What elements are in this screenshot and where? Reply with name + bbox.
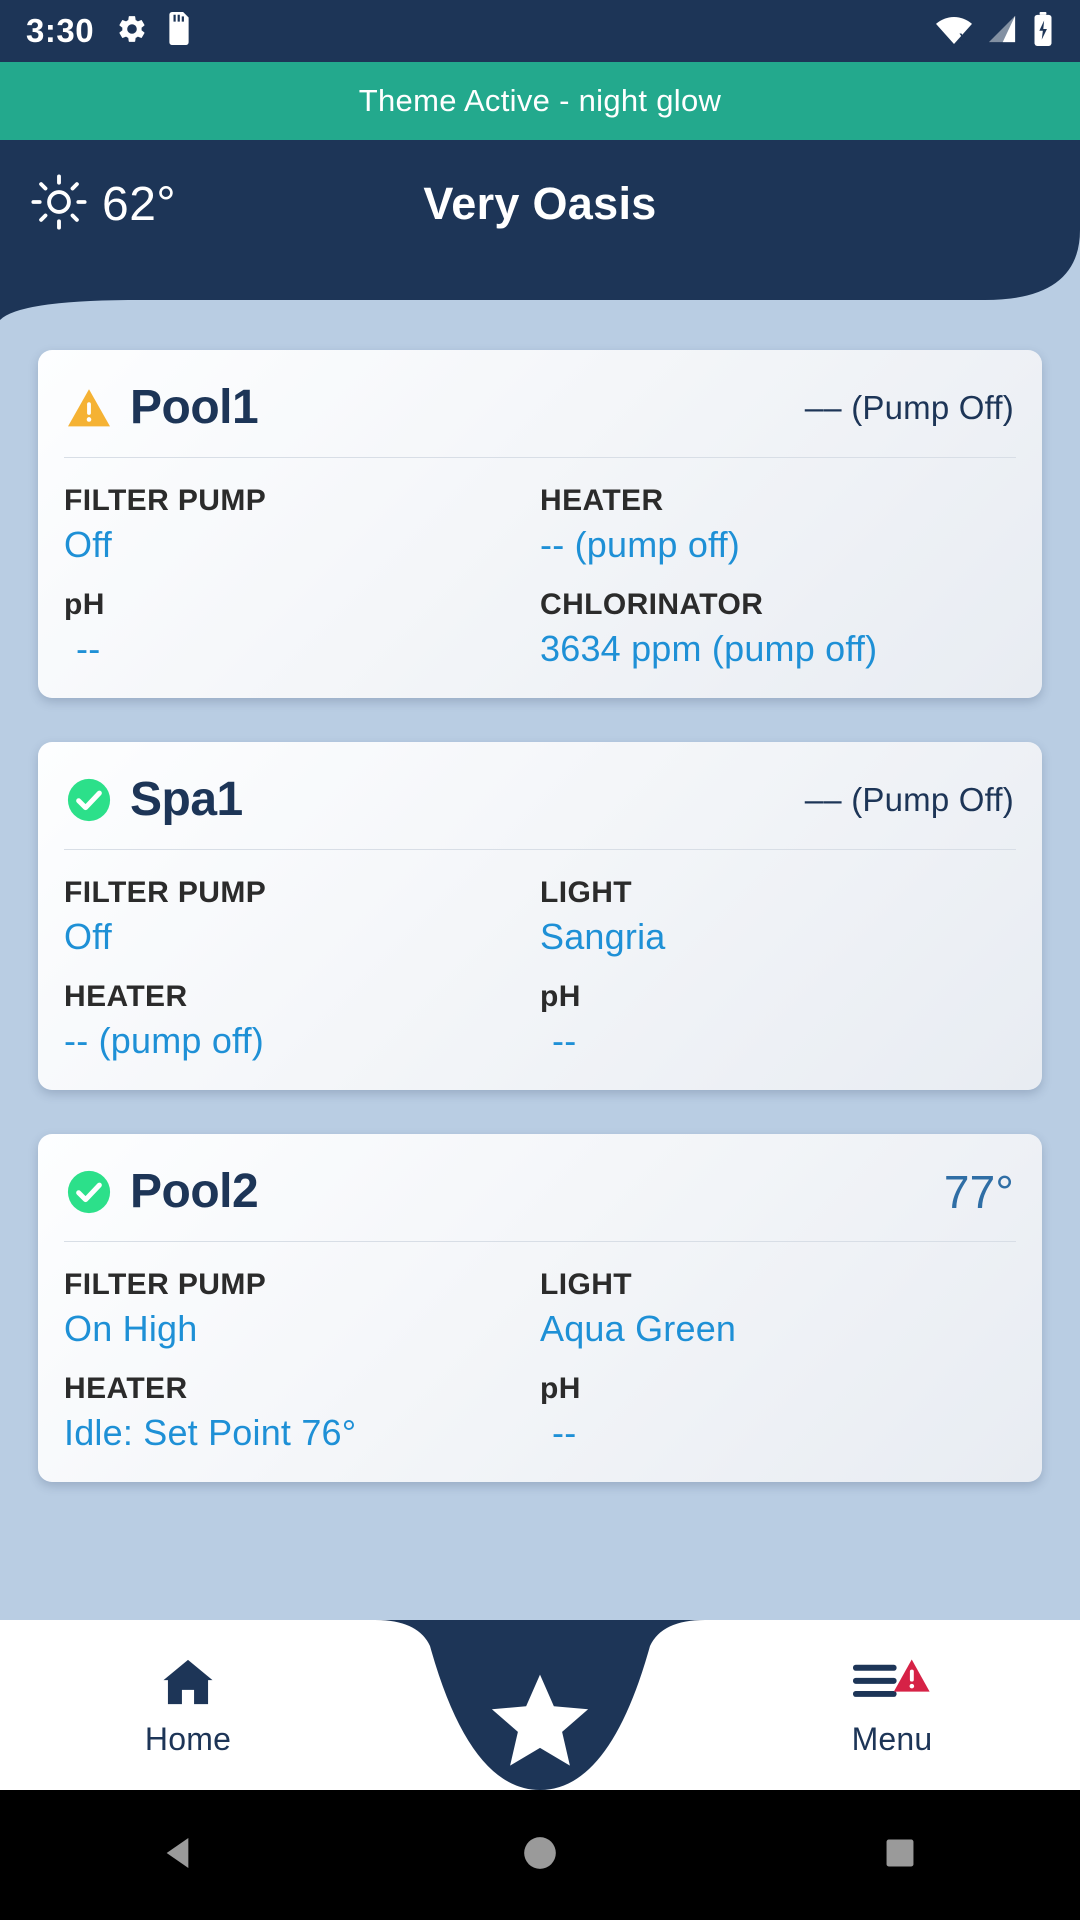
gear-icon: [116, 13, 148, 50]
detail-cell[interactable]: LIGHT Aqua Green: [540, 1268, 1016, 1350]
battery-charging-icon: [1032, 11, 1054, 51]
android-navigation-bar: [0, 1790, 1080, 1920]
detail-cell[interactable]: FILTER PUMP Off: [64, 484, 540, 566]
warning-icon: [66, 387, 112, 429]
card-row: pH -- CHLORINATOR 3634 ppm (pump off): [64, 588, 1016, 670]
status-bar-right-icons: x: [936, 11, 1054, 51]
card-rows: FILTER PUMP Off HEATER -- (pump off) pH …: [64, 484, 1016, 670]
bottom-nav-menu-label: Menu: [851, 1721, 933, 1757]
cell-signal-icon: [986, 14, 1018, 49]
bottom-nav-menu[interactable]: Menu: [762, 1656, 1022, 1758]
phone-screen: 3:30 x Theme Active - night glow 62° Ver…: [0, 0, 1080, 1920]
status-bar-left-icons: [116, 12, 192, 50]
status-bar-clock: 3:30: [26, 12, 95, 49]
body-card-pool1[interactable]: Pool1 –– (Pump Off) FILTER PUMP Off HEAT…: [38, 350, 1042, 698]
bottom-navigation-bar: Home Menu: [0, 1620, 1080, 1790]
detail-cell[interactable]: CHLORINATOR 3634 ppm (pump off): [540, 588, 1016, 670]
detail-cell[interactable]: FILTER PUMP On High: [64, 1268, 540, 1350]
card-rows: FILTER PUMP On High LIGHT Aqua Green HEA…: [64, 1268, 1016, 1454]
home-circle-icon: [521, 1834, 559, 1877]
detail-label: HEATER: [64, 1372, 188, 1405]
card-row: FILTER PUMP Off HEATER -- (pump off): [64, 484, 1016, 566]
wifi-off-icon: x: [936, 14, 972, 49]
detail-cell[interactable]: pH --: [540, 1372, 1016, 1454]
recents-square-icon: [883, 1836, 917, 1875]
card-divider: [64, 849, 1016, 850]
detail-cell[interactable]: FILTER PUMP Off: [64, 876, 540, 958]
detail-value: --: [552, 1412, 577, 1453]
detail-cell[interactable]: pH --: [64, 588, 540, 670]
card-header-status: –– (Pump Off): [804, 780, 1014, 818]
card-title: Spa1: [130, 773, 243, 826]
app-header: 62° Very Oasis: [0, 140, 1080, 320]
card-header: Pool1 –– (Pump Off): [64, 376, 1016, 457]
detail-value: --: [552, 1020, 577, 1061]
android-recents-button[interactable]: [840, 1790, 960, 1920]
detail-label: FILTER PUMP: [64, 1268, 267, 1301]
detail-cell[interactable]: HEATER -- (pump off): [540, 484, 1016, 566]
detail-label: LIGHT: [540, 1268, 632, 1301]
card-row: HEATER Idle: Set Point 76° pH --: [64, 1372, 1016, 1454]
bottom-nav-favorites-button[interactable]: [485, 1668, 595, 1778]
card-divider: [64, 1241, 1016, 1242]
detail-cell[interactable]: LIGHT Sangria: [540, 876, 1016, 958]
detail-label: FILTER PUMP: [64, 484, 267, 517]
sd-card-icon: [166, 12, 192, 50]
detail-value: --: [76, 628, 101, 669]
card-row: FILTER PUMP On High LIGHT Aqua Green: [64, 1268, 1016, 1350]
bottom-nav-home[interactable]: Home: [58, 1656, 318, 1758]
star-icon: [488, 1671, 592, 1776]
body-card-spa1[interactable]: Spa1 –– (Pump Off) FILTER PUMP Off LIGHT…: [38, 742, 1042, 1090]
card-rows: FILTER PUMP Off LIGHT Sangria HEATER -- …: [64, 876, 1016, 1062]
card-title: Pool1: [130, 381, 259, 434]
theme-active-banner: Theme Active - night glow: [0, 62, 1080, 140]
detail-value: -- (pump off): [64, 1020, 264, 1061]
back-triangle-icon: [160, 1833, 200, 1878]
detail-label: pH: [64, 588, 105, 621]
detail-label: pH: [540, 1372, 581, 1405]
detail-value: Sangria: [540, 916, 666, 957]
detail-value: On High: [64, 1308, 198, 1349]
detail-value: -- (pump off): [540, 524, 740, 565]
card-header: Pool2 77°: [64, 1160, 1016, 1241]
svg-text:x: x: [959, 29, 967, 44]
android-status-bar: 3:30 x: [0, 0, 1080, 62]
detail-label: HEATER: [540, 484, 664, 517]
card-header: Spa1 –– (Pump Off): [64, 768, 1016, 849]
check-circle-icon: [66, 777, 112, 823]
detail-cell[interactable]: HEATER -- (pump off): [64, 980, 540, 1062]
card-header-temperature: 77°: [943, 1165, 1014, 1218]
detail-label: CHLORINATOR: [540, 588, 764, 621]
card-row: FILTER PUMP Off LIGHT Sangria: [64, 876, 1016, 958]
card-title: Pool2: [130, 1165, 259, 1218]
bottom-nav-home-label: Home: [144, 1721, 232, 1757]
body-card-pool2[interactable]: Pool2 77° FILTER PUMP On High LIGHT Aqua…: [38, 1134, 1042, 1482]
body-scroll-area[interactable]: Pool1 –– (Pump Off) FILTER PUMP Off HEAT…: [0, 330, 1080, 1652]
card-row: HEATER -- (pump off) pH --: [64, 980, 1016, 1062]
detail-label: FILTER PUMP: [64, 876, 267, 909]
detail-label: pH: [540, 980, 581, 1013]
detail-cell[interactable]: pH --: [540, 980, 1016, 1062]
detail-cell[interactable]: HEATER Idle: Set Point 76°: [64, 1372, 540, 1454]
detail-label: LIGHT: [540, 876, 632, 909]
detail-value: Off: [64, 524, 112, 565]
menu-alert-icon: [853, 1656, 931, 1713]
theme-banner-text: Theme Active - night glow: [358, 83, 722, 118]
page-title: Very Oasis: [423, 178, 657, 229]
android-home-button[interactable]: [480, 1790, 600, 1920]
android-back-button[interactable]: [120, 1790, 240, 1920]
card-divider: [64, 457, 1016, 458]
detail-value: Aqua Green: [540, 1308, 737, 1349]
check-circle-icon: [66, 1169, 112, 1215]
card-header-status: –– (Pump Off): [804, 388, 1014, 426]
detail-value: Off: [64, 916, 112, 957]
detail-value: Idle: Set Point 76°: [64, 1412, 357, 1453]
detail-value: 3634 ppm (pump off): [540, 628, 878, 669]
detail-label: HEATER: [64, 980, 188, 1013]
home-icon: [160, 1656, 216, 1713]
